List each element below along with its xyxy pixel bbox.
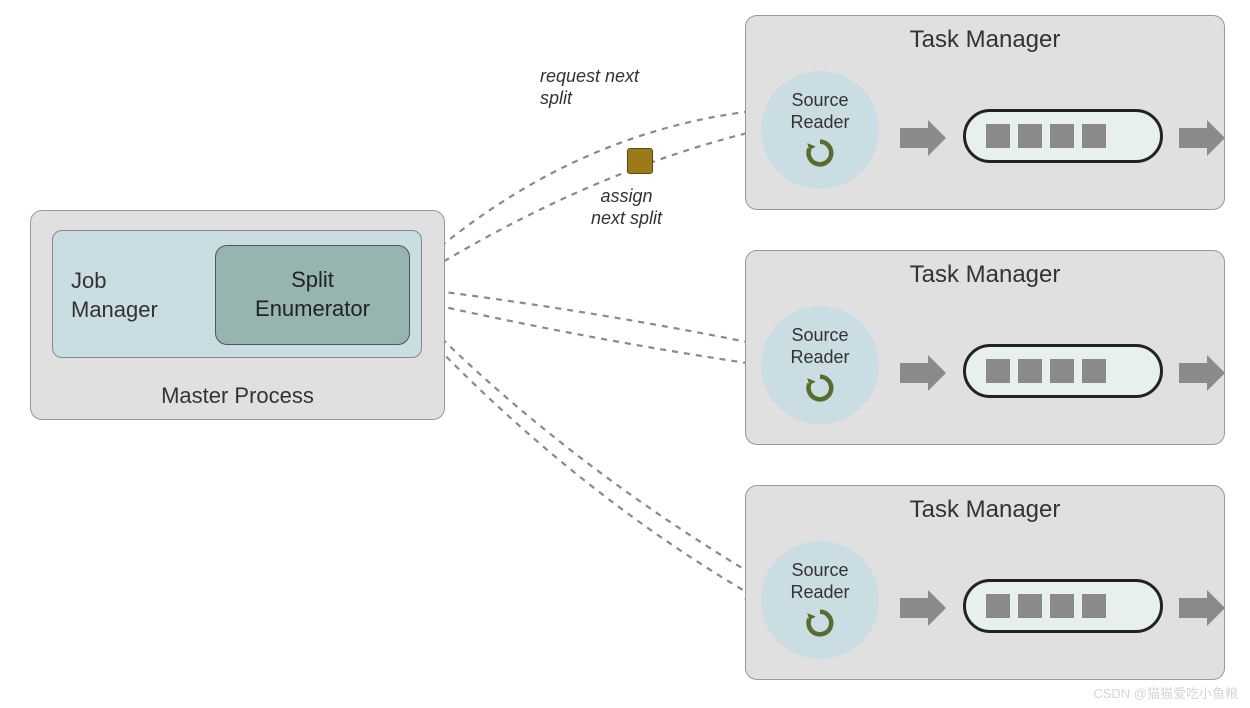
refresh-icon <box>803 371 837 405</box>
queue-item <box>1082 359 1106 383</box>
assign-annotation: assignnext split <box>591 186 662 229</box>
task-manager-3: Task Manager SourceReader <box>745 485 1225 680</box>
source-reader-label: SourceReader <box>790 325 849 368</box>
queue-item <box>1082 124 1106 148</box>
split-token-icon <box>627 148 653 174</box>
queue-item <box>1050 124 1074 148</box>
watermark: CSDN @猫猫爱吃小鱼粮 <box>1093 683 1238 702</box>
refresh-icon <box>803 606 837 640</box>
task-manager-2: Task Manager SourceReader <box>745 250 1225 445</box>
request-annotation: request nextsplit <box>540 66 639 109</box>
refresh-icon <box>803 136 837 170</box>
queue-item <box>986 124 1010 148</box>
source-reader-circle: SourceReader <box>761 71 879 189</box>
arrow-right-icon <box>898 353 948 393</box>
queue-item <box>1018 124 1042 148</box>
split-enumerator-label: SplitEnumerator <box>255 266 370 323</box>
task-manager-label: Task Manager <box>746 496 1224 524</box>
source-reader-circle: SourceReader <box>761 541 879 659</box>
queue-item <box>1082 594 1106 618</box>
arrow-right-icon <box>898 118 948 158</box>
job-manager-label: JobManager <box>71 267 158 324</box>
queue-item <box>1018 359 1042 383</box>
task-manager-label: Task Manager <box>746 26 1224 54</box>
task-manager-label: Task Manager <box>746 261 1224 289</box>
queue-item <box>986 359 1010 383</box>
queue-box <box>963 109 1163 163</box>
source-reader-label: SourceReader <box>790 90 849 133</box>
arrow-right-icon <box>1177 588 1227 628</box>
queue-box <box>963 344 1163 398</box>
source-reader-label: SourceReader <box>790 560 849 603</box>
arrow-right-icon <box>898 588 948 628</box>
queue-item <box>1018 594 1042 618</box>
source-reader-circle: SourceReader <box>761 306 879 424</box>
arrow-right-icon <box>1177 353 1227 393</box>
task-manager-1: Task Manager SourceReader <box>745 15 1225 210</box>
queue-box <box>963 579 1163 633</box>
queue-item <box>1050 359 1074 383</box>
master-process-label: Master Process <box>31 383 444 409</box>
queue-item <box>986 594 1010 618</box>
queue-item <box>1050 594 1074 618</box>
arrow-right-icon <box>1177 118 1227 158</box>
split-enumerator-box: SplitEnumerator <box>215 245 410 345</box>
